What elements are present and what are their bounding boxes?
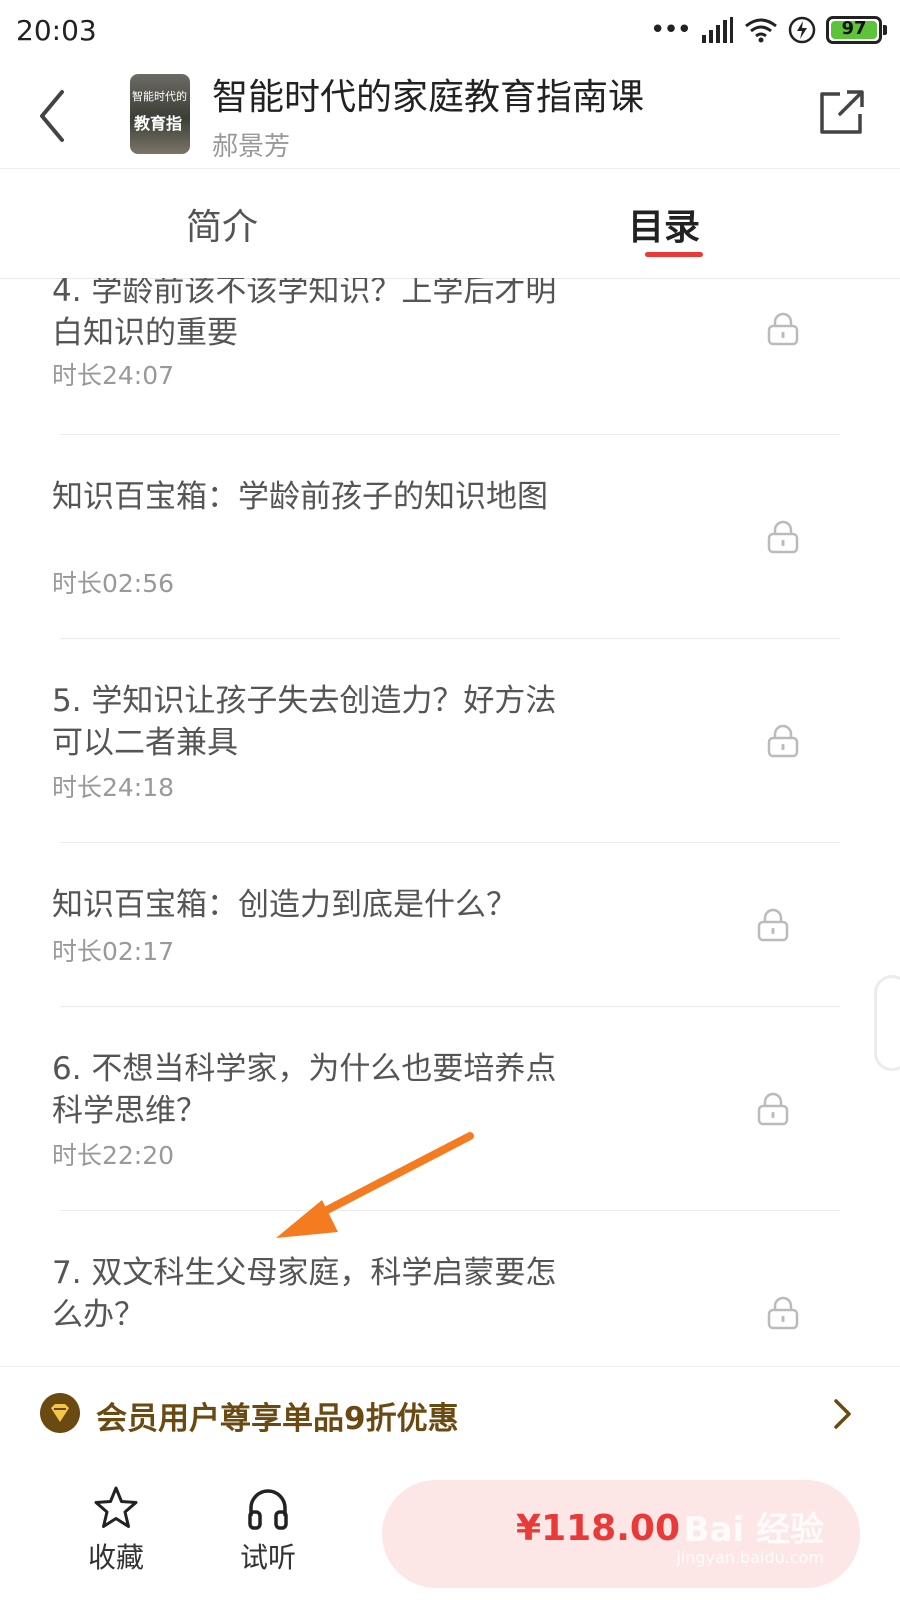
lesson-duration: 时长22:20 xyxy=(52,1141,175,1170)
cover-text-1: 智能时代的 xyxy=(132,90,187,103)
favorite-label: 收藏 xyxy=(87,1541,144,1574)
lesson-duration: 时长02:17 xyxy=(52,937,175,966)
lock-icon xyxy=(767,312,799,346)
lesson-item[interactable]: 知识百宝箱：创造力到底是什么？ 时长02:17 xyxy=(0,884,900,1004)
lesson-item[interactable]: 5. 学知识让孩子失去创造力？好方法可以二者兼具 时长24:18 xyxy=(0,680,900,846)
tab-catalog[interactable]: 目录 xyxy=(628,198,700,250)
battery-level: 97 xyxy=(841,18,867,39)
buy-button[interactable]: ¥118.00 Bai 经验 jingyan.baidu.com xyxy=(382,1480,860,1588)
divider xyxy=(60,638,840,639)
status-time: 20:03 xyxy=(16,14,97,47)
share-icon[interactable] xyxy=(818,88,866,136)
signal-icon xyxy=(702,17,733,43)
battery-icon: 97 xyxy=(826,16,887,44)
trial-label: 试听 xyxy=(239,1541,296,1574)
lock-icon xyxy=(767,520,799,554)
divider xyxy=(60,434,840,435)
divider xyxy=(60,842,840,843)
course-cover: 智能时代的 教育指 xyxy=(130,74,190,154)
promo-text: 会员用户尊享单品9折优惠 xyxy=(96,1401,459,1437)
lock-icon xyxy=(767,1296,799,1330)
status-icons: ••• 97 xyxy=(649,14,887,46)
lesson-title: 知识百宝箱：创造力到底是什么？ xyxy=(52,887,517,923)
lock-icon xyxy=(757,908,789,942)
lesson-item[interactable]: 4. 学龄前该不该学知识？上学后才明白知识的重要 时长24:07 xyxy=(0,278,900,436)
tab-intro[interactable]: 简介 xyxy=(186,198,258,250)
lock-icon xyxy=(757,1092,789,1126)
course-title: 智能时代的家庭教育指南课 xyxy=(212,77,645,118)
headphones-icon xyxy=(248,1489,288,1530)
lesson-title: 知识百宝箱：学龄前孩子的知识地图 xyxy=(52,479,548,515)
lesson-title: 4. 学龄前该不该学知识？上学后才明白知识的重要 xyxy=(52,278,557,351)
active-tab-indicator xyxy=(645,252,703,257)
baidu-watermark-url: jingyan.baidu.com xyxy=(676,1548,824,1567)
course-header: 智能时代的 教育指 智能时代的家庭教育指南课 郝景芳 xyxy=(0,62,900,169)
star-icon xyxy=(94,1486,138,1528)
vip-diamond-icon xyxy=(40,1393,80,1433)
favorite-button[interactable]: 收藏 xyxy=(76,1484,156,1576)
lesson-duration: 时长24:18 xyxy=(52,773,175,802)
course-author: 郝景芳 xyxy=(212,132,291,162)
lesson-duration: 时长24:07 xyxy=(52,361,175,390)
back-icon[interactable] xyxy=(34,86,74,146)
lesson-item[interactable]: 知识百宝箱：学龄前孩子的知识地图 时长02:56 xyxy=(0,476,900,642)
wifi-icon xyxy=(745,18,777,43)
lesson-duration: 时长02:56 xyxy=(52,569,175,598)
more-dots-icon: ••• xyxy=(649,15,692,45)
cover-text-2: 教育指 xyxy=(134,114,183,133)
bottom-action-bar: 收藏 试听 ¥118.00 Bai 经验 jingyan.baidu.com xyxy=(0,1460,900,1600)
status-bar: 20:03 ••• 97 xyxy=(0,0,900,62)
member-promo-bar[interactable]: 会员用户尊享单品9折优惠 xyxy=(0,1366,900,1462)
baidu-watermark: Bai 经验 xyxy=(683,1510,824,1550)
lock-icon xyxy=(767,724,799,758)
lesson-title: 6. 不想当科学家，为什么也要培养点科学思维？ xyxy=(52,1051,557,1129)
side-scroll-handle[interactable] xyxy=(874,975,900,1071)
annotation-arrow-icon xyxy=(276,1132,474,1238)
trial-listen-button[interactable]: 试听 xyxy=(228,1484,308,1576)
divider xyxy=(60,1006,840,1007)
lesson-item[interactable]: 7. 双文科生父母家庭，科学启蒙要怎么办？ xyxy=(0,1252,900,1366)
lesson-title: 7. 双文科生父母家庭，科学启蒙要怎么办？ xyxy=(52,1255,557,1333)
charging-icon xyxy=(788,16,816,44)
lesson-title: 5. 学知识让孩子失去创造力？好方法可以二者兼具 xyxy=(52,683,557,761)
price: ¥118.00 xyxy=(516,1508,680,1549)
chevron-right-icon xyxy=(834,1399,851,1429)
tab-bar: 简介 目录 xyxy=(0,168,900,279)
